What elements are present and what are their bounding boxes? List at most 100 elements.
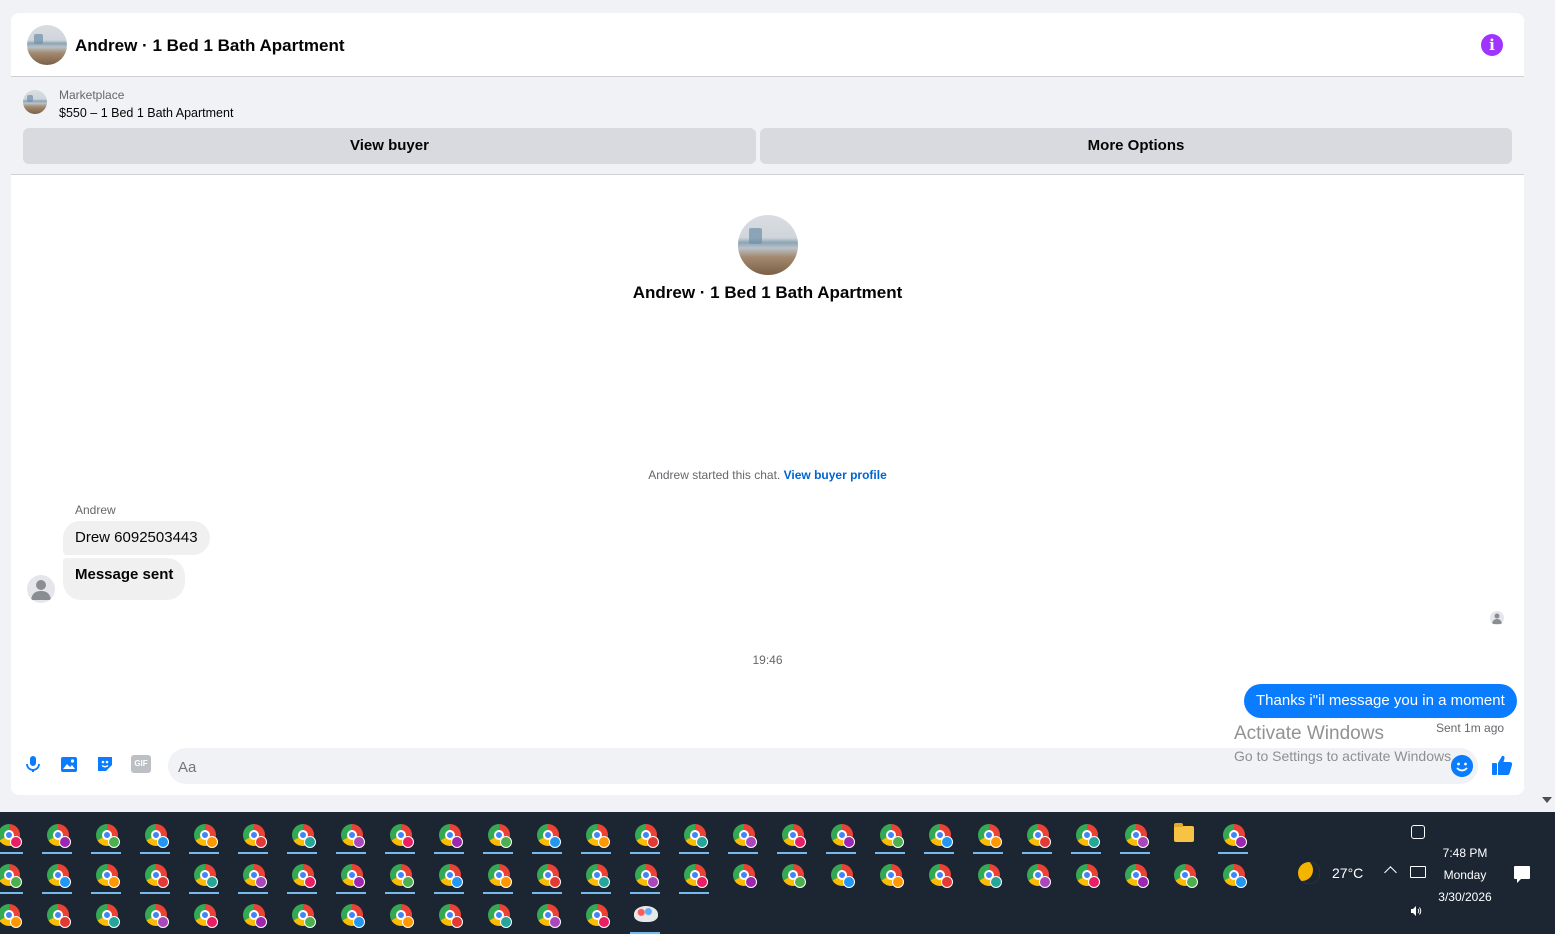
chrome-profile-button[interactable]	[429, 894, 469, 934]
notifications-icon[interactable]	[1514, 866, 1530, 883]
chrome-profile-button[interactable]	[968, 814, 1008, 854]
chrome-profile-button[interactable]	[86, 894, 126, 934]
chrome-profile-button[interactable]	[380, 814, 420, 854]
system-clock[interactable]: 7:48 PM Monday 3/30/2026	[1430, 842, 1500, 908]
chrome-profile-button[interactable]	[478, 894, 518, 934]
chrome-profile-button[interactable]	[772, 854, 812, 894]
chrome-profile-button[interactable]	[1213, 854, 1253, 894]
chrome-profile-button[interactable]	[576, 814, 616, 854]
chrome-profile-button[interactable]	[1164, 854, 1204, 894]
chrome-profile-button[interactable]	[527, 894, 567, 934]
chrome-profile-button[interactable]	[135, 854, 175, 894]
chrome-profile-button[interactable]	[0, 814, 28, 854]
chrome-profile-button[interactable]	[723, 854, 763, 894]
chrome-profile-button[interactable]	[380, 854, 420, 894]
sender-avatar[interactable]	[27, 575, 55, 603]
profile-badge-icon	[1186, 876, 1198, 888]
chrome-profile-button[interactable]	[1115, 814, 1155, 854]
chrome-profile-button[interactable]	[674, 854, 714, 894]
gif-icon[interactable]: GIF	[131, 755, 151, 773]
profile-avatar[interactable]	[738, 215, 798, 275]
like-icon[interactable]	[1490, 753, 1514, 777]
emoji-icon[interactable]	[1451, 755, 1473, 777]
scroll-down-arrow-icon[interactable]	[1542, 797, 1552, 803]
chrome-profile-button[interactable]	[919, 854, 959, 894]
chrome-profile-button[interactable]	[184, 894, 224, 934]
chrome-profile-button[interactable]	[919, 814, 959, 854]
chrome-profile-button[interactable]	[282, 854, 322, 894]
chrome-profile-button[interactable]	[821, 854, 861, 894]
meet-now-icon[interactable]	[1411, 825, 1425, 839]
chrome-profile-button[interactable]	[282, 814, 322, 854]
paint-app-button[interactable]	[625, 894, 665, 934]
chrome-profile-button[interactable]	[233, 814, 273, 854]
profile-badge-icon	[451, 876, 463, 888]
chrome-profile-button[interactable]	[135, 814, 175, 854]
chat-title[interactable]: Andrew · 1 Bed 1 Bath Apartment	[75, 36, 345, 56]
chrome-profile-button[interactable]	[1066, 854, 1106, 894]
info-icon[interactable]: i	[1481, 34, 1503, 56]
chrome-profile-button[interactable]	[674, 814, 714, 854]
chrome-profile-button[interactable]	[723, 814, 763, 854]
chevron-up-icon[interactable]	[1384, 866, 1397, 879]
chrome-profile-button[interactable]	[37, 814, 77, 854]
chrome-profile-button[interactable]	[0, 854, 28, 894]
chrome-profile-button[interactable]	[478, 814, 518, 854]
chrome-profile-button[interactable]	[625, 814, 665, 854]
listing-thumbnail[interactable]	[23, 90, 47, 114]
chrome-profile-button[interactable]	[1066, 814, 1106, 854]
listing-avatar[interactable]	[27, 25, 67, 65]
taskbar-row	[0, 894, 680, 934]
chrome-profile-button[interactable]	[625, 854, 665, 894]
chrome-profile-button[interactable]	[233, 894, 273, 934]
more-options-button[interactable]: More Options	[760, 128, 1512, 164]
network-icon[interactable]	[1410, 866, 1426, 878]
chrome-profile-button[interactable]	[1115, 854, 1155, 894]
chrome-profile-button[interactable]	[1017, 854, 1057, 894]
chrome-profile-button[interactable]	[576, 894, 616, 934]
sticker-icon[interactable]	[95, 754, 115, 774]
view-buyer-profile-link[interactable]: View buyer profile	[784, 468, 887, 482]
chrome-profile-button[interactable]	[870, 814, 910, 854]
file-explorer-button[interactable]	[1164, 814, 1204, 854]
profile-badge-icon	[304, 836, 316, 848]
chrome-profile-button[interactable]	[772, 814, 812, 854]
microphone-icon[interactable]	[23, 754, 43, 774]
chrome-profile-button[interactable]	[429, 814, 469, 854]
chrome-profile-button[interactable]	[527, 854, 567, 894]
chrome-profile-button[interactable]	[1213, 814, 1253, 854]
chrome-profile-button[interactable]	[184, 814, 224, 854]
chrome-profile-button[interactable]	[1017, 814, 1057, 854]
photo-icon[interactable]	[59, 754, 79, 774]
chrome-profile-button[interactable]	[86, 854, 126, 894]
chrome-profile-button[interactable]	[331, 894, 371, 934]
listing-title[interactable]: $550 – 1 Bed 1 Bath Apartment	[59, 106, 233, 120]
chrome-profile-button[interactable]	[527, 814, 567, 854]
chrome-profile-button[interactable]	[135, 894, 175, 934]
chrome-profile-button[interactable]	[429, 854, 469, 894]
chrome-profile-button[interactable]	[282, 894, 322, 934]
chrome-profile-button[interactable]	[37, 854, 77, 894]
message-input-container	[168, 748, 1478, 786]
chrome-profile-button[interactable]	[86, 814, 126, 854]
outgoing-message[interactable]: Thanks i"il message you in a moment	[1244, 684, 1517, 718]
profile-badge-icon	[1039, 876, 1051, 888]
chrome-profile-button[interactable]	[184, 854, 224, 894]
volume-icon[interactable]	[1410, 905, 1422, 917]
incoming-message[interactable]: Drew 6092503443	[63, 521, 210, 555]
chrome-profile-button[interactable]	[968, 854, 1008, 894]
profile-badge-icon	[255, 916, 267, 928]
chrome-profile-button[interactable]	[576, 854, 616, 894]
chrome-profile-button[interactable]	[233, 854, 273, 894]
chrome-profile-button[interactable]	[478, 854, 518, 894]
chrome-profile-button[interactable]	[821, 814, 861, 854]
chrome-profile-button[interactable]	[0, 894, 28, 934]
message-input[interactable]	[168, 748, 1380, 786]
chrome-profile-button[interactable]	[380, 894, 420, 934]
incoming-message[interactable]: Message sent	[63, 558, 186, 600]
chrome-profile-button[interactable]	[331, 854, 371, 894]
chrome-profile-button[interactable]	[37, 894, 77, 934]
chrome-profile-button[interactable]	[870, 854, 910, 894]
view-buyer-button[interactable]: View buyer	[23, 128, 756, 164]
chrome-profile-button[interactable]	[331, 814, 371, 854]
